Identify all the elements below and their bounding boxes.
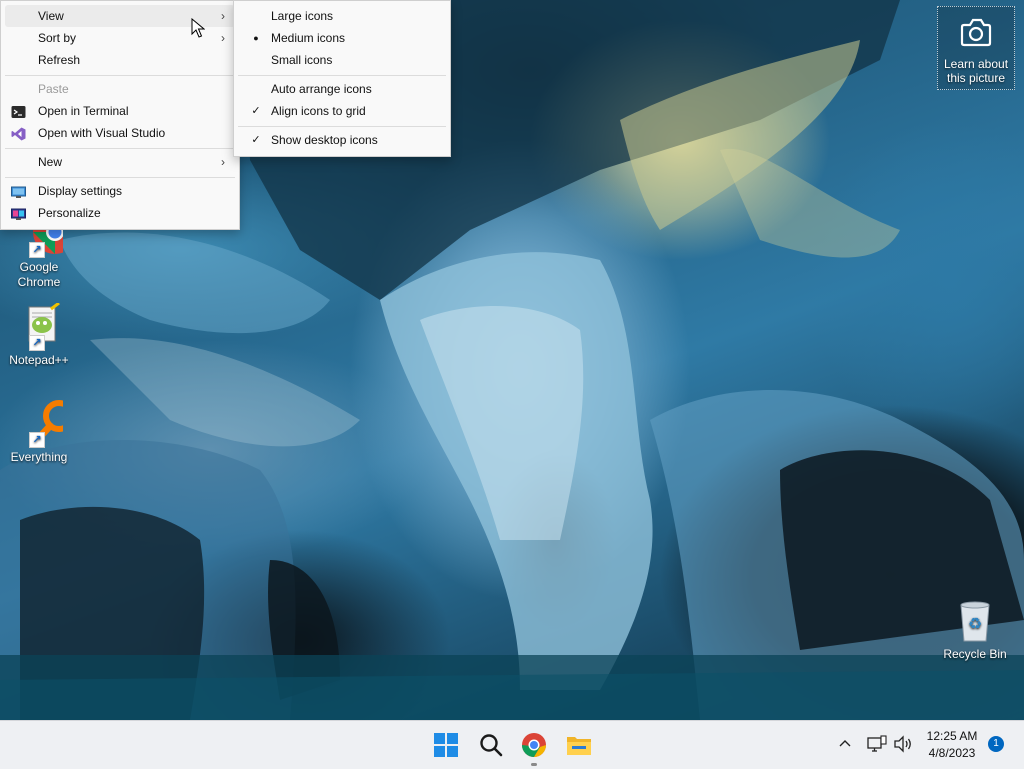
mouse-pointer-icon (191, 18, 205, 38)
camera-icon (956, 15, 996, 51)
chrome-icon (522, 733, 546, 757)
shortcut-arrow-icon: ↗ (29, 335, 45, 351)
chevron-right-icon: › (221, 9, 225, 23)
submenu-item-small-icons[interactable]: Small icons (238, 49, 446, 71)
taskbar: 12:25 AM 4/8/2023 1 (0, 720, 1024, 769)
desktop-icon-notepad-plus-plus[interactable]: ↗ Notepad++ (0, 301, 78, 368)
menu-item-new[interactable]: New › (5, 151, 235, 173)
desktop-icon-everything[interactable]: ↗ Everything (0, 400, 78, 465)
desktop-icon-label: Google (19, 260, 59, 274)
desktop-icon-label: Everything (10, 450, 68, 464)
submenu-item-show-desktop-icons[interactable]: ✓ Show desktop icons (238, 129, 446, 151)
menu-separator (238, 126, 446, 127)
folder-icon (567, 737, 591, 755)
personalize-icon (11, 206, 26, 220)
radio-bullet-icon: ● (253, 33, 259, 43)
network-icon (867, 735, 887, 752)
chevron-up-icon (839, 740, 851, 747)
view-submenu: Large icons ● Medium icons Small icons A… (233, 0, 451, 157)
notification-badge[interactable]: 1 (988, 736, 1004, 752)
menu-item-label: Show desktop icons (271, 133, 378, 147)
clock-date: 4/8/2023 (928, 746, 976, 760)
shortcut-arrow-icon: ↗ (29, 432, 45, 448)
menu-item-label: Small icons (271, 53, 333, 67)
submenu-item-auto-arrange-icons[interactable]: Auto arrange icons (238, 78, 446, 100)
windows-logo-icon (434, 733, 458, 757)
desktop-icon-label: Chrome (17, 275, 61, 289)
menu-item-label: Auto arrange icons (271, 82, 372, 96)
clock[interactable]: 12:25 AM 4/8/2023 (920, 728, 984, 762)
menu-item-label: Paste (38, 82, 69, 96)
chevron-right-icon: › (221, 31, 225, 45)
submenu-item-align-icons-to-grid[interactable]: ✓ Align icons to grid (238, 100, 446, 122)
volume-button[interactable] (892, 734, 914, 754)
display-settings-icon (11, 184, 26, 198)
recycle-bin-icon: ♻ (951, 597, 999, 645)
speaker-icon (894, 735, 911, 753)
start-button[interactable] (430, 729, 462, 761)
network-status-button[interactable] (866, 734, 888, 754)
menu-separator (5, 177, 235, 178)
menu-item-label: Medium icons (271, 31, 346, 45)
desktop-icon-label: Notepad++ (9, 353, 69, 367)
checkmark-icon: ✓ (251, 134, 261, 146)
menu-separator (238, 75, 446, 76)
submenu-item-large-icons[interactable]: Large icons (238, 5, 446, 27)
menu-item-label: Large icons (271, 9, 334, 23)
search-icon (480, 734, 503, 757)
learn-about-picture-widget[interactable]: Learn about this picture (937, 6, 1015, 90)
menu-item-label: Open with Visual Studio (38, 126, 166, 140)
show-hidden-icons-chevron[interactable] (836, 735, 854, 753)
menu-item-label: Open in Terminal (38, 104, 129, 118)
svg-text:♻: ♻ (968, 614, 982, 633)
menu-item-display-settings[interactable]: Display settings (5, 180, 235, 202)
menu-item-label: New (38, 155, 63, 169)
shortcut-arrow-icon: ↗ (29, 242, 45, 258)
menu-item-label: Sort by (38, 31, 77, 45)
chevron-right-icon: › (221, 155, 225, 169)
checkmark-icon: ✓ (251, 105, 261, 117)
desktop-icon-recycle-bin[interactable]: ♻ Recycle Bin (936, 597, 1014, 662)
notepad-plus-plus-icon: ↗ (15, 301, 63, 351)
menu-item-label: Refresh (38, 53, 81, 67)
menu-item-open-in-terminal[interactable]: Open in Terminal (5, 100, 235, 122)
menu-item-open-with-visual-studio[interactable]: Open with Visual Studio (5, 122, 235, 144)
search-button[interactable] (475, 729, 507, 761)
taskbar-chrome-button[interactable] (518, 729, 550, 766)
menu-item-personalize[interactable]: Personalize (5, 202, 235, 224)
taskbar-file-explorer-button[interactable] (563, 729, 595, 761)
desktop-icon-label: Recycle Bin (943, 647, 1007, 661)
running-indicator (531, 763, 537, 766)
menu-separator (5, 148, 235, 149)
menu-item-label: Align icons to grid (271, 104, 366, 118)
menu-item-refresh[interactable]: Refresh (5, 49, 235, 71)
camera-widget-line1: Learn about (943, 57, 1009, 71)
submenu-item-medium-icons[interactable]: ● Medium icons (238, 27, 446, 49)
terminal-icon (11, 104, 26, 118)
clock-time: 12:25 AM (926, 729, 978, 743)
everything-search-icon: ↗ (15, 400, 75, 448)
menu-item-label: Personalize (38, 206, 101, 220)
menu-separator (5, 75, 235, 76)
visual-studio-icon (11, 126, 26, 141)
menu-item-label: Display settings (38, 184, 123, 198)
menu-item-paste[interactable]: Paste (5, 78, 235, 100)
camera-widget-line2: this picture (946, 71, 1006, 85)
menu-item-label: View (38, 9, 64, 23)
